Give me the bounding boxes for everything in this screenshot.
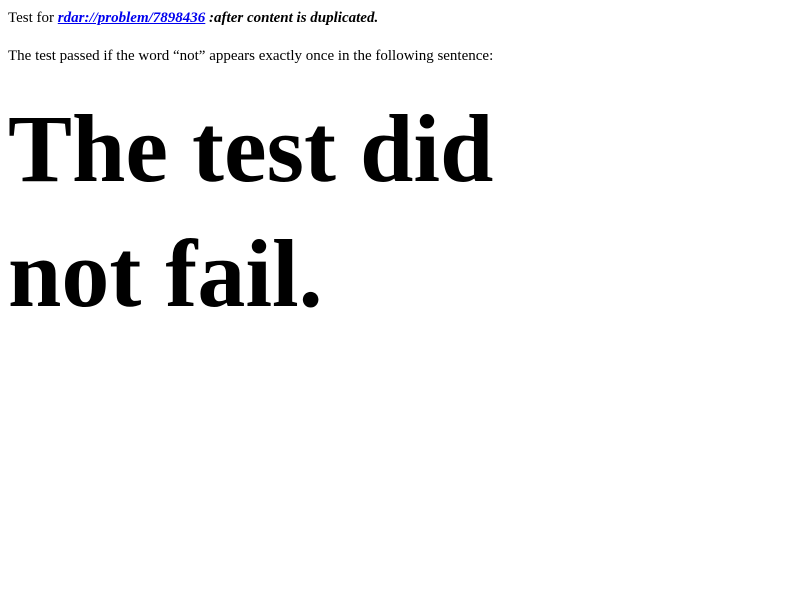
test-header: Test for rdar://problem/7898436 :after c…	[8, 8, 792, 28]
header-suffix: :after content is duplicated.	[205, 10, 379, 26]
test-instruction: The test passed if the word “not” appear…	[8, 48, 494, 64]
header-prefix: Test for	[8, 10, 58, 26]
bug-link[interactable]: rdar://problem/7898436	[58, 10, 206, 26]
test-sentence: The test did not fail.	[8, 95, 494, 327]
test-page: Test for rdar://problem/7898436 :after c…	[0, 0, 800, 600]
